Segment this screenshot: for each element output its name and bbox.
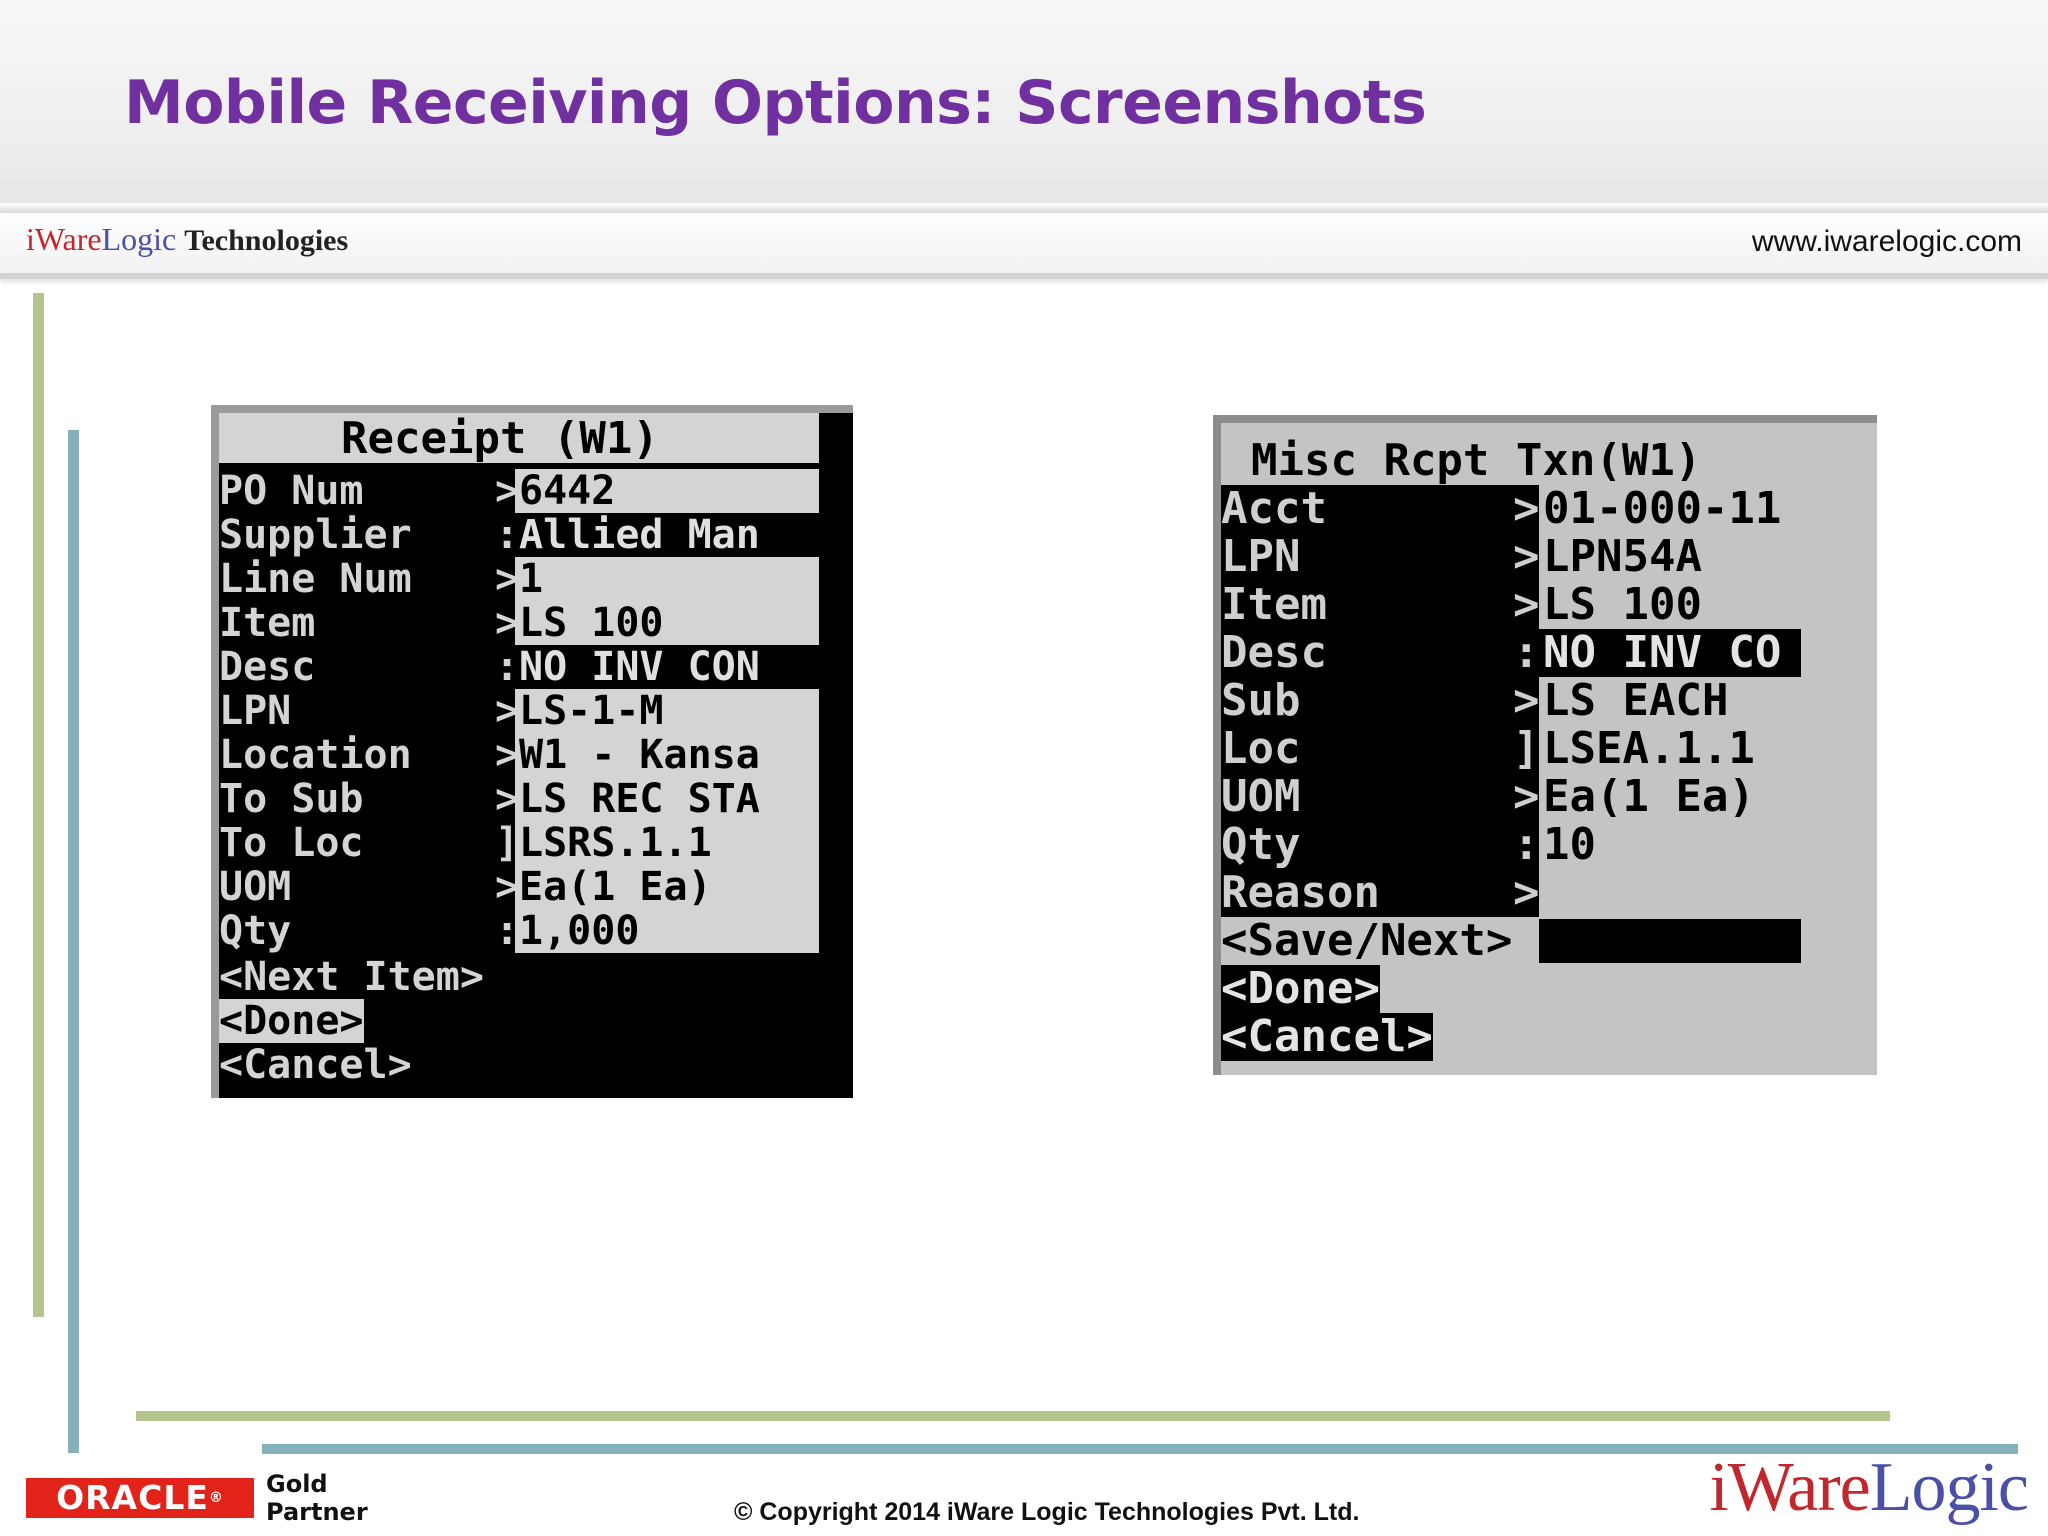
receipt-screen: Receipt (W1) PO Num > 6442 Supplier : Al… bbox=[211, 405, 853, 1098]
field-label: Reason bbox=[1221, 867, 1380, 918]
item-field[interactable]: LS 100 bbox=[1539, 581, 1801, 629]
done-button[interactable]: <Done> bbox=[1221, 965, 1380, 1013]
oracle-registered: ® bbox=[208, 1490, 224, 1506]
sub-field[interactable]: LS EACH bbox=[1539, 677, 1801, 725]
desc-value: NO INV CON bbox=[515, 645, 819, 689]
qty-field[interactable]: 1,000 bbox=[515, 909, 819, 953]
item-field[interactable]: LS 100 bbox=[515, 601, 819, 645]
field-label: Supplier bbox=[219, 512, 412, 558]
receipt-screen-title: Receipt (W1) bbox=[341, 413, 659, 464]
field-label: Qty bbox=[219, 908, 292, 954]
field-label: LPN bbox=[1221, 531, 1301, 582]
brand-logo-logic: Logic bbox=[101, 221, 177, 257]
accent-line-green-vertical bbox=[33, 293, 44, 1317]
accent-line-teal-vertical bbox=[68, 430, 79, 1453]
qty-field[interactable]: 10 bbox=[1539, 821, 1801, 869]
po-num-field[interactable]: 6442 bbox=[515, 469, 819, 513]
uom-field[interactable]: Ea(1 Ea) bbox=[515, 865, 819, 909]
cancel-button[interactable]: <Cancel> bbox=[1221, 1013, 1433, 1061]
field-separator: > bbox=[1513, 867, 1540, 918]
next-item-button[interactable]: <Next Item> bbox=[219, 955, 484, 999]
field-label: Qty bbox=[1221, 819, 1301, 870]
uom-field[interactable]: Ea(1 Ea) bbox=[1539, 773, 1801, 821]
partner-level: Gold bbox=[266, 1470, 328, 1498]
oracle-wordmark: ORACLE bbox=[56, 1478, 209, 1517]
brand-url: www.iwarelogic.com bbox=[1751, 225, 2022, 258]
desc-value: NO INV CO bbox=[1539, 629, 1801, 677]
partner-badge: Gold Partner bbox=[266, 1470, 368, 1526]
field-separator: : bbox=[1513, 627, 1540, 678]
footer-logo-logic: Logic bbox=[1869, 1449, 2029, 1526]
to-sub-field[interactable]: LS REC STA bbox=[515, 777, 819, 821]
field-label: Sub bbox=[1221, 675, 1301, 726]
accent-line-green-horizontal bbox=[136, 1411, 1890, 1421]
field-separator: : bbox=[1513, 819, 1540, 870]
location-field[interactable]: W1 - Kansa bbox=[515, 733, 819, 777]
field-label: To Loc bbox=[219, 820, 364, 866]
field-separator: > bbox=[1513, 579, 1540, 630]
header-divider bbox=[0, 203, 2048, 213]
brand-bar: iWareLogic Technologies www.iwarelogic.co… bbox=[0, 213, 2048, 279]
footer-logo: iWareLogic bbox=[1709, 1448, 2029, 1528]
field-separator: > bbox=[1513, 771, 1540, 822]
field-label: Acct bbox=[1221, 483, 1327, 534]
misc-receipt-screen: Misc Rcpt Txn(W1) Acct > 01-000-11 LPN >… bbox=[1213, 415, 1877, 1075]
oracle-logo: ORACLE® bbox=[26, 1478, 254, 1518]
field-label: UOM bbox=[219, 864, 292, 910]
field-label: Loc bbox=[1221, 723, 1301, 774]
field-separator: > bbox=[1513, 675, 1540, 726]
supplier-value: Allied Man bbox=[515, 513, 819, 557]
field-separator: > bbox=[1513, 531, 1540, 582]
field-label: UOM bbox=[1221, 771, 1301, 822]
field-label: Location bbox=[219, 732, 412, 778]
brand-logo-iware: iWare bbox=[26, 221, 102, 257]
save-next-button[interactable]: <Save/Next> bbox=[1221, 917, 1512, 965]
field-label: Item bbox=[219, 600, 316, 646]
brand-logo: iWareLogic Technologies bbox=[26, 221, 348, 258]
field-separator: > bbox=[1513, 483, 1540, 534]
acct-field[interactable]: 01-000-11 bbox=[1539, 485, 1801, 533]
field-label: Line Num bbox=[219, 556, 412, 602]
lpn-field[interactable]: LS-1-M bbox=[515, 689, 819, 733]
save-next-input[interactable] bbox=[1539, 919, 1801, 963]
lpn-field[interactable]: LPN54A bbox=[1539, 533, 1801, 581]
copyright: © Copyright 2014 iWare Logic Technologie… bbox=[734, 1498, 1360, 1526]
field-label: LPN bbox=[219, 688, 292, 734]
line-num-field[interactable]: 1 bbox=[515, 557, 819, 601]
field-label: Desc bbox=[219, 644, 316, 690]
field-separator: ] bbox=[1513, 723, 1540, 774]
done-button[interactable]: <Done> bbox=[219, 999, 364, 1043]
field-label: Item bbox=[1221, 579, 1327, 630]
field-label: Desc bbox=[1221, 627, 1327, 678]
cancel-button[interactable]: <Cancel> bbox=[219, 1043, 412, 1087]
page-title: Mobile Receiving Options: Screenshots bbox=[124, 68, 1427, 138]
brand-logo-suffix: Technologies bbox=[184, 224, 349, 257]
misc-screen-title: Misc Rcpt Txn(W1) bbox=[1251, 435, 1702, 486]
loc-field[interactable]: LSEA.1.1 bbox=[1539, 725, 1801, 773]
footer-logo-iware: iWare bbox=[1709, 1449, 1870, 1526]
to-loc-field[interactable]: LSRS.1.1 bbox=[515, 821, 819, 865]
field-label: PO Num bbox=[219, 468, 364, 514]
partner-label: Partner bbox=[266, 1498, 368, 1526]
field-label: To Sub bbox=[219, 776, 364, 822]
